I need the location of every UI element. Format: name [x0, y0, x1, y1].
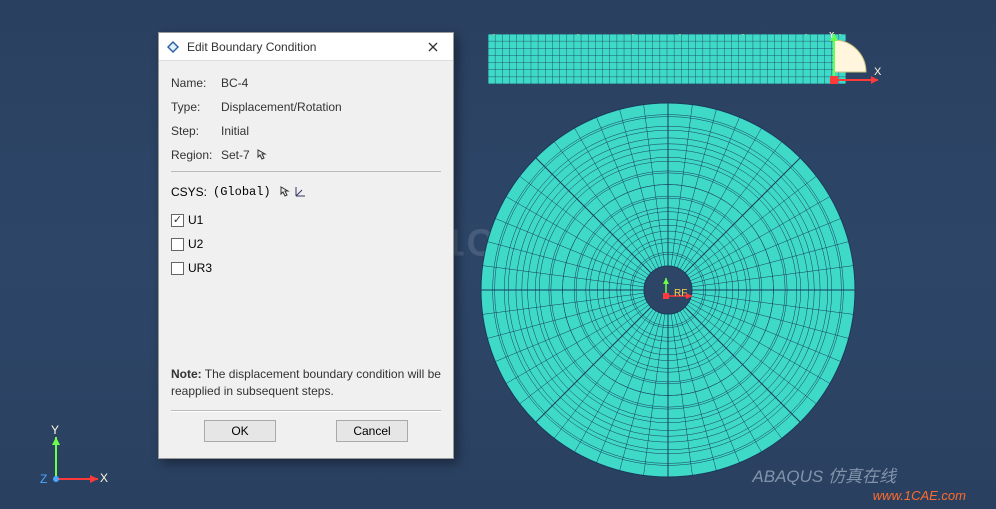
dialog-title: Edit Boundary Condition — [187, 40, 419, 54]
u2-checkbox[interactable] — [171, 238, 184, 251]
region-label: Region: — [171, 148, 221, 162]
step-value: Initial — [221, 124, 441, 138]
global-triad: X Y Z — [40, 425, 110, 495]
type-label: Type: — [171, 100, 221, 114]
close-icon[interactable] — [419, 37, 447, 57]
csys-value: (Global) — [213, 185, 271, 199]
note-text: Note: The displacement boundary conditio… — [171, 366, 441, 400]
ur3-checkbox[interactable] — [171, 262, 184, 275]
step-label: Step: — [171, 124, 221, 138]
app-icon — [165, 39, 181, 55]
u1-checkbox[interactable] — [171, 214, 184, 227]
csys-label: CSYS: — [171, 185, 207, 199]
create-csys-icon[interactable] — [293, 185, 307, 199]
u2-label: U2 — [188, 237, 203, 251]
dialog-titlebar[interactable]: Edit Boundary Condition — [159, 33, 453, 61]
name-label: Name: — [171, 76, 221, 90]
region-value: Set-7 — [221, 148, 250, 162]
view-ori-x-label: X — [874, 66, 882, 78]
circular-mesh — [480, 102, 856, 478]
name-value: BC-4 — [221, 76, 441, 90]
edit-boundary-condition-dialog: Edit Boundary Condition Name: BC-4 Type:… — [158, 32, 454, 459]
view-ori-y-label: Y — [828, 32, 836, 41]
triad-x-label: X — [100, 471, 108, 485]
triad-y-label: Y — [51, 423, 59, 437]
ur3-label: UR3 — [188, 261, 212, 275]
type-value: Displacement/Rotation — [221, 100, 441, 114]
rectangular-mesh: vlines — [488, 34, 846, 84]
triad-z-label: Z — [40, 472, 47, 486]
ok-button[interactable]: OK — [204, 420, 276, 442]
brand-watermark: ABAQUS 仿真在线 — [752, 462, 896, 487]
cancel-button[interactable]: Cancel — [336, 420, 408, 442]
divider — [171, 171, 441, 172]
pick-csys-icon[interactable] — [279, 185, 293, 199]
u1-label: U1 — [188, 213, 203, 227]
view-orientation-widget[interactable]: X Y — [826, 32, 886, 87]
url-watermark: www.1CAE.com — [873, 488, 966, 503]
pick-region-icon[interactable] — [256, 148, 270, 162]
